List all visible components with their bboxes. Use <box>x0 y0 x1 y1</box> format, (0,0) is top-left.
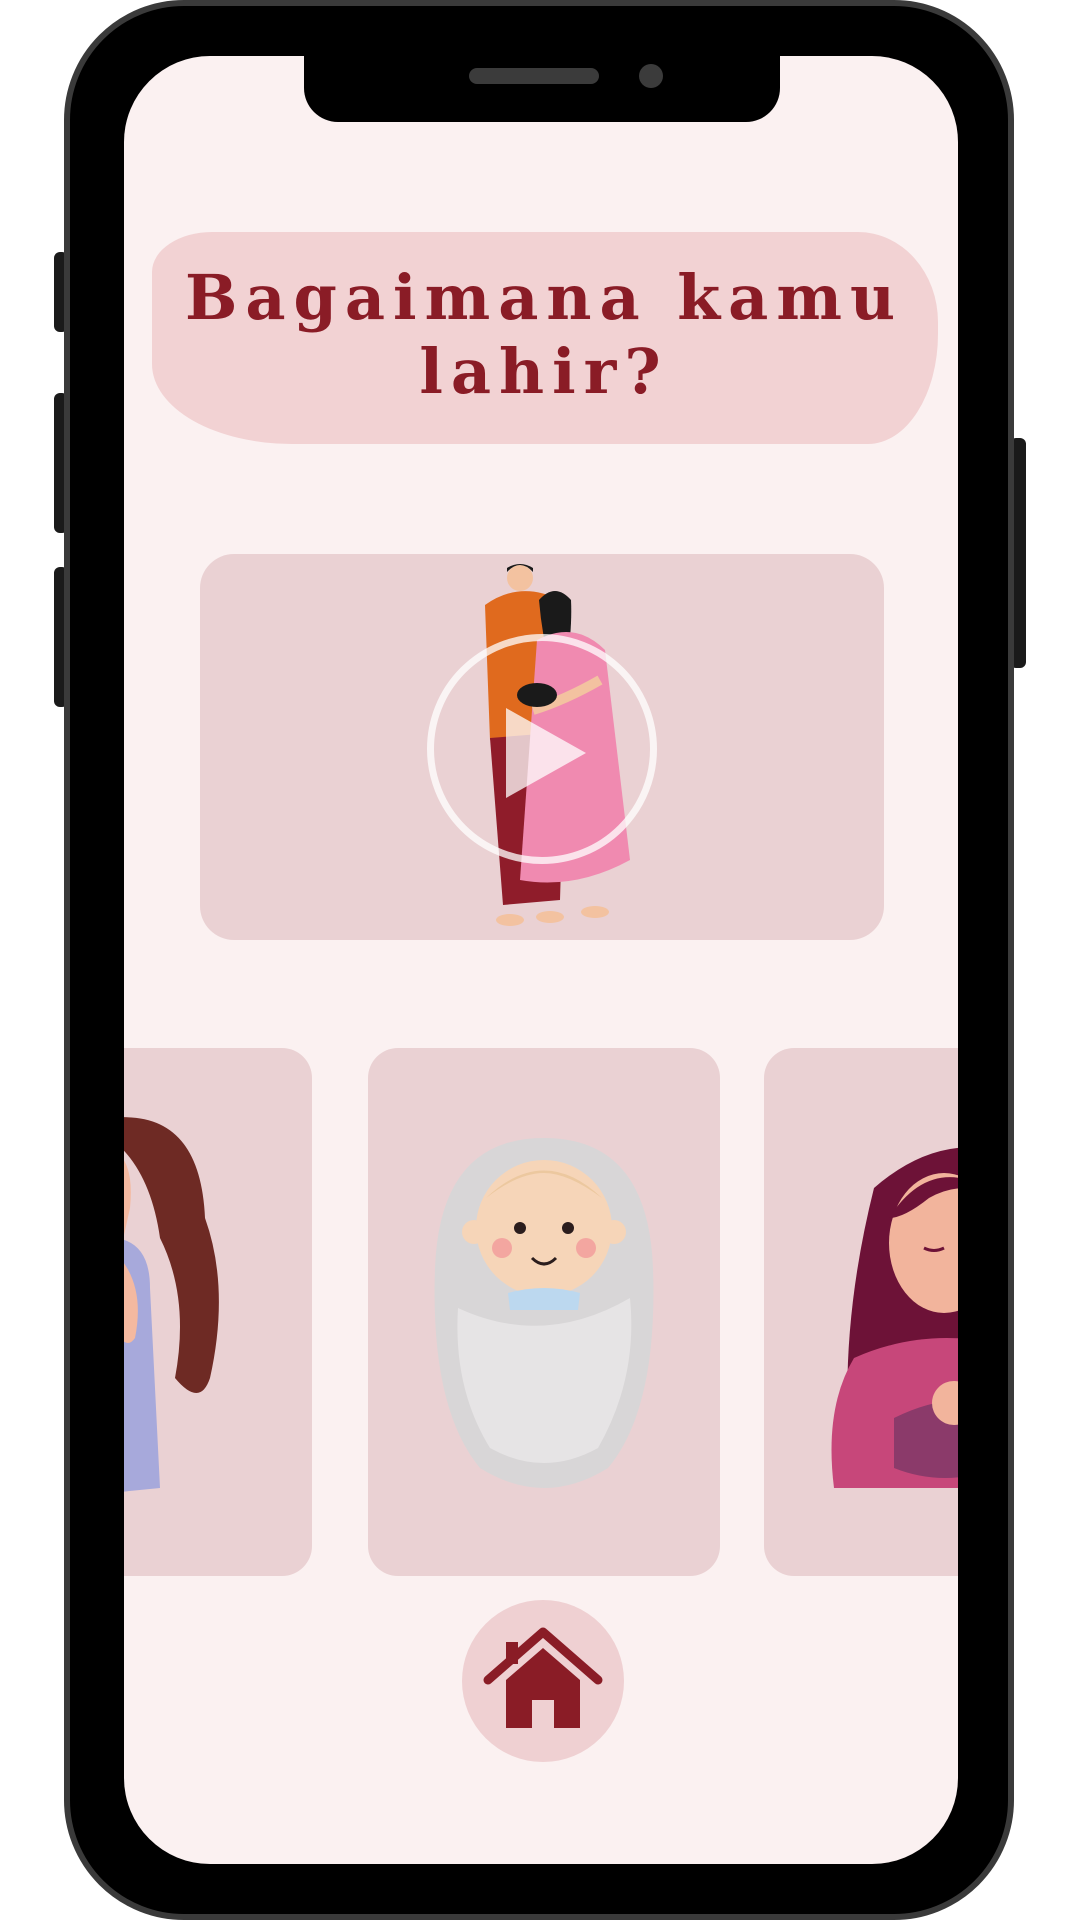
speaker-icon <box>469 68 599 84</box>
home-icon <box>483 1627 603 1728</box>
swaddled-baby-illustration <box>434 1138 654 1488</box>
play-icon[interactable] <box>506 708 586 798</box>
video-card[interactable] <box>200 554 884 940</box>
page-title: Bagaimana kamu lahir? <box>184 261 904 408</box>
phone-notch <box>304 56 780 122</box>
phone-screen: Bagaimana kamu lahir? <box>124 56 958 1864</box>
carousel-card-mother[interactable] <box>764 1048 958 1576</box>
front-camera-icon <box>639 64 663 88</box>
carousel-card-woman[interactable] <box>124 1048 312 1576</box>
woman-long-hair-illustration <box>124 1117 219 1492</box>
mother-holding-baby-illustration <box>831 1147 958 1488</box>
home-button[interactable] <box>462 1600 624 1762</box>
carousel-card-baby[interactable] <box>368 1048 720 1576</box>
